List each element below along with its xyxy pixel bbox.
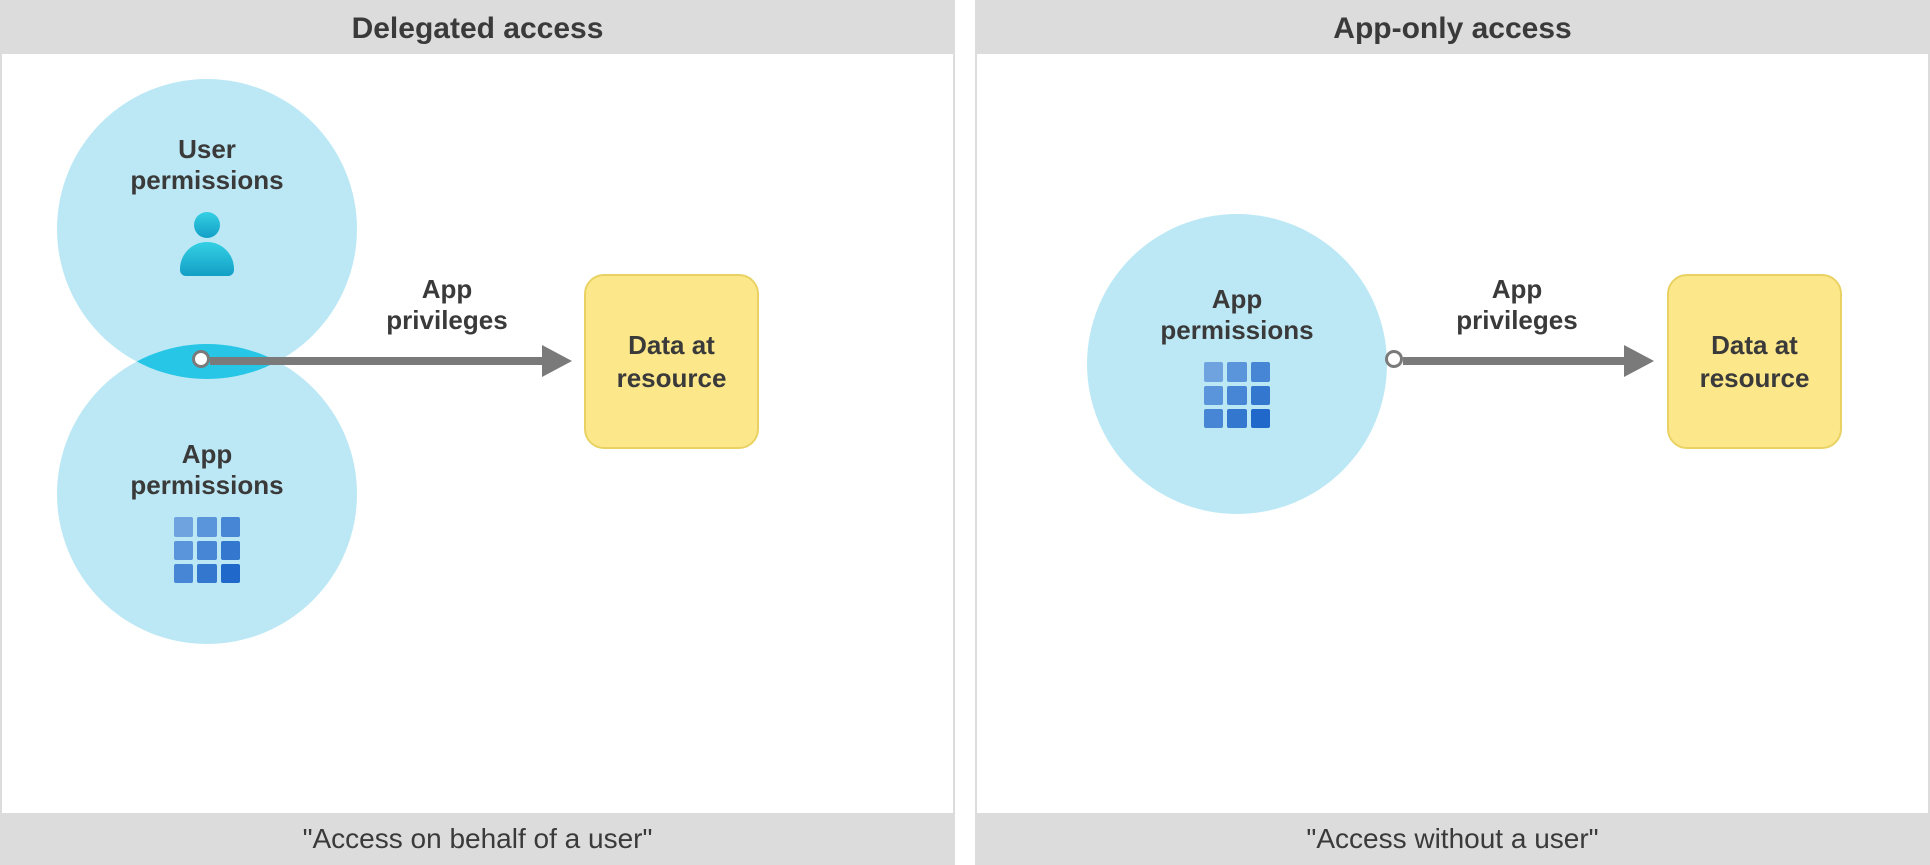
arrow-head-icon bbox=[542, 345, 572, 377]
panel-body-delegated: User permissions App permissions bbox=[2, 54, 953, 813]
app-grid-icon bbox=[1204, 362, 1270, 428]
arrow-origin-dot bbox=[1385, 350, 1403, 368]
panel-delegated-access: Delegated access User permissions App pe… bbox=[0, 0, 955, 865]
app-permissions-circle-left: App permissions bbox=[57, 344, 357, 644]
app-privileges-label-left: App privileges bbox=[372, 274, 522, 336]
user-permissions-circle: User permissions bbox=[57, 79, 357, 379]
app-permissions-circle-right: App permissions bbox=[1087, 214, 1387, 514]
user-icon bbox=[180, 212, 234, 276]
app-permissions-label-left: App permissions bbox=[130, 439, 283, 501]
panel-body-app-only: App permissions App privileges Data at r bbox=[977, 54, 1928, 813]
panel-title-app-only: App-only access bbox=[977, 2, 1928, 54]
arrow-head-icon bbox=[1624, 345, 1654, 377]
user-permissions-label: User permissions bbox=[130, 134, 283, 196]
app-privileges-arrow bbox=[1403, 357, 1628, 365]
data-at-resource-box-left: Data at resource bbox=[584, 274, 759, 449]
arrow-origin-dot bbox=[192, 350, 210, 368]
data-at-resource-box-right: Data at resource bbox=[1667, 274, 1842, 449]
app-permissions-label-right: App permissions bbox=[1160, 284, 1313, 346]
panel-title-delegated: Delegated access bbox=[2, 2, 953, 54]
app-grid-icon bbox=[174, 517, 240, 583]
panel-footer-delegated: "Access on behalf of a user" bbox=[2, 813, 953, 863]
panel-app-only-access: App-only access App permissions App priv… bbox=[975, 0, 1930, 865]
app-privileges-arrow bbox=[210, 357, 546, 365]
app-privileges-label-right: App privileges bbox=[1437, 274, 1597, 336]
panel-footer-app-only: "Access without a user" bbox=[977, 813, 1928, 863]
